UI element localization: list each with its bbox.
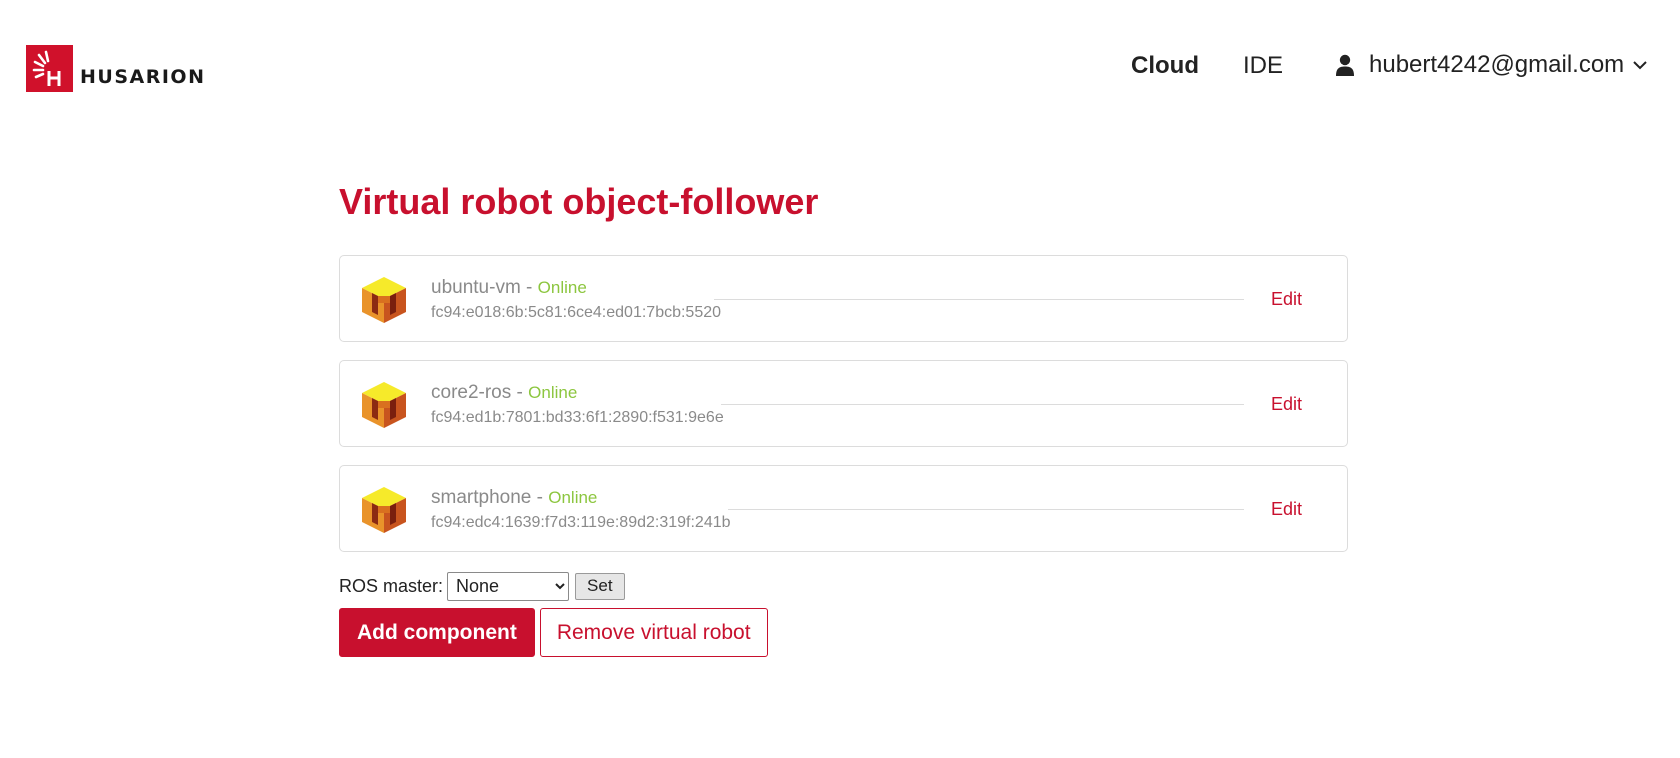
cube-device-icon [362,382,406,428]
ros-master-label: ROS master: [339,575,444,596]
ros-master-row: ROS master: None Set [339,571,625,601]
cube-device-icon [362,277,406,323]
divider [721,404,1244,405]
device-address: fc94:ed1b:7801:bd33:6f1:2890:f531:9e6e [431,409,724,426]
edit-device-button[interactable]: Edit [1271,287,1302,311]
logo-wordmark: HUSARION [80,65,206,88]
status-online: Online [548,488,598,507]
header: HUSARION Cloud IDE hubert4242@gmail.com [0,0,1680,140]
ros-master-set-button[interactable]: Set [575,572,625,600]
status-online: Online [537,278,587,297]
status-separator: - [520,277,538,298]
husarion-logo-icon [26,45,73,92]
device-row: ubuntu-vm - Online fc94:e018:6b:5c81:6ce… [339,255,1348,342]
status-separator: - [531,487,549,508]
user-email: hubert4242@gmail.com [1369,51,1625,78]
chevron-down-icon [1633,61,1647,70]
user-menu[interactable]: hubert4242@gmail.com [1335,49,1648,81]
remove-virtual-robot-button[interactable]: Remove virtual robot [539,608,768,657]
edit-device-button[interactable]: Edit [1271,392,1302,416]
device-info: ubuntu-vm - Online fc94:e018:6b:5c81:6ce… [431,276,721,324]
device-info: core2-ros - Online fc94:ed1b:7801:bd33:6… [431,381,724,429]
user-icon [1336,54,1354,76]
page-title: Virtual robot object-follower [339,181,819,222]
ros-master-select[interactable]: None [447,571,570,601]
nav-cloud[interactable]: Cloud [1131,50,1199,82]
edit-device-button[interactable]: Edit [1271,497,1302,521]
device-address: fc94:e018:6b:5c81:6ce4:ed01:7bcb:5520 [431,304,722,321]
status-online: Online [528,383,578,402]
action-buttons: Add component Remove virtual robot [339,608,768,657]
device-name: smartphone [431,487,532,508]
device-row: core2-ros - Online fc94:ed1b:7801:bd33:6… [339,360,1348,447]
divider [728,509,1244,510]
device-address: fc94:edc4:1639:f7d3:119e:89d2:319f:241b [431,514,731,531]
device-name: core2-ros [431,382,512,403]
nav-ide[interactable]: IDE [1243,50,1283,82]
husarion-logo[interactable]: HUSARION [26,45,205,92]
divider [714,299,1244,300]
add-component-button[interactable]: Add component [339,608,535,657]
status-separator: - [511,382,529,403]
device-name: ubuntu-vm [431,277,521,298]
device-list: ubuntu-vm - Online fc94:e018:6b:5c81:6ce… [339,255,1348,570]
device-row: smartphone - Online fc94:edc4:1639:f7d3:… [339,465,1348,552]
cube-device-icon [362,487,406,533]
device-info: smartphone - Online fc94:edc4:1639:f7d3:… [431,486,731,534]
